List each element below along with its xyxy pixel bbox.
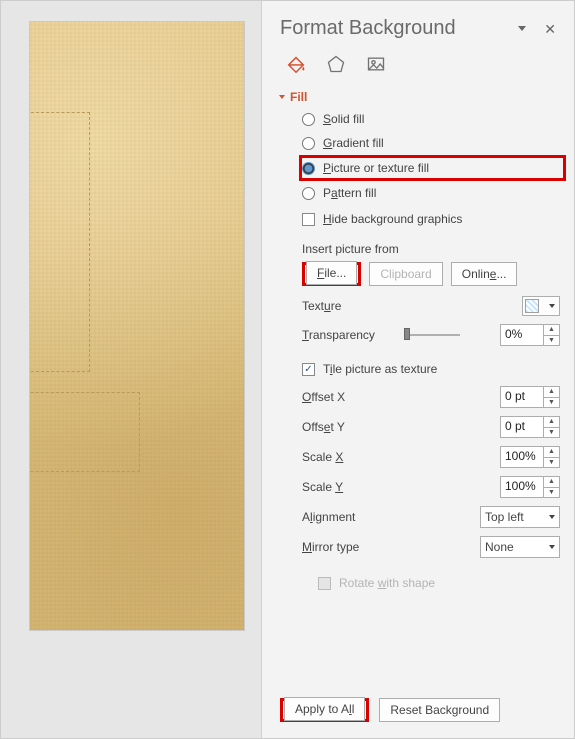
offset-x-spinner[interactable]: 0 pt ▲▼ — [500, 386, 560, 408]
spin-up-icon: ▲ — [544, 325, 559, 336]
alignment-select[interactable]: Top left — [480, 506, 560, 528]
reset-background-button[interactable]: Reset Background — [379, 698, 500, 722]
pane-menu-dropdown-icon[interactable] — [518, 26, 526, 31]
hide-bg-label: Hide background graphics — [323, 212, 462, 226]
spin-down-icon: ▼ — [544, 336, 559, 346]
close-icon[interactable]: ✕ — [540, 20, 560, 38]
collapse-icon — [279, 95, 285, 99]
alignment-label: Alignment — [302, 510, 392, 524]
slide-placeholder — [29, 392, 140, 472]
fill-section-header[interactable]: Fill — [280, 90, 560, 104]
rotate-checkbox — [318, 577, 331, 590]
insert-picture-label: Insert picture from — [280, 242, 560, 256]
slide-preview — [29, 21, 245, 631]
mirror-select[interactable]: None — [480, 536, 560, 558]
scale-y-spinner[interactable]: 100% ▲▼ — [500, 476, 560, 498]
pane-title: Format Background — [280, 17, 456, 40]
tile-checkbox[interactable] — [302, 363, 315, 376]
file-button[interactable]: File... — [306, 261, 357, 285]
offset-y-spinner[interactable]: 0 pt ▲▼ — [500, 416, 560, 438]
hide-bg-checkbox[interactable] — [302, 213, 315, 226]
format-background-pane: Format Background ✕ — [262, 1, 574, 738]
scale-x-spinner[interactable]: 100% ▲▼ — [500, 446, 560, 468]
chevron-down-icon — [549, 515, 555, 519]
tile-label: Tile picture as texture — [323, 362, 437, 376]
scale-y-label: Scale Y — [302, 480, 392, 494]
slide-preview-pane — [1, 1, 262, 738]
transparency-label: Transparency — [302, 328, 398, 342]
slide-placeholder — [29, 112, 90, 372]
transparency-slider[interactable] — [404, 327, 460, 343]
solid-fill-radio[interactable]: Solid fill — [302, 110, 560, 128]
picture-texture-fill-radio[interactable]: Picture or texture fill — [302, 159, 557, 177]
picture-tab-icon[interactable] — [364, 52, 388, 76]
gradient-fill-radio[interactable]: Gradient fill — [302, 134, 560, 152]
section-title: Fill — [290, 90, 307, 104]
chevron-down-icon — [549, 304, 555, 308]
clipboard-button: Clipboard — [369, 262, 442, 286]
mirror-label: Mirror type — [302, 540, 392, 554]
texture-label: Texture — [302, 299, 392, 313]
texture-picker[interactable] — [522, 296, 560, 316]
texture-swatch-icon — [525, 299, 539, 313]
transparency-spinner[interactable]: 0% ▲▼ — [500, 324, 560, 346]
online-button[interactable]: Online... — [451, 262, 518, 286]
fill-tab-icon[interactable] — [284, 52, 308, 76]
offset-x-label: Offset X — [302, 390, 392, 404]
effects-tab-icon[interactable] — [324, 52, 348, 76]
offset-y-label: Offset Y — [302, 420, 392, 434]
pattern-fill-radio[interactable]: Pattern fill — [302, 184, 560, 202]
apply-to-all-button[interactable]: Apply to All — [284, 697, 365, 721]
scale-x-label: Scale X — [302, 450, 392, 464]
rotate-label: Rotate with shape — [339, 576, 435, 590]
